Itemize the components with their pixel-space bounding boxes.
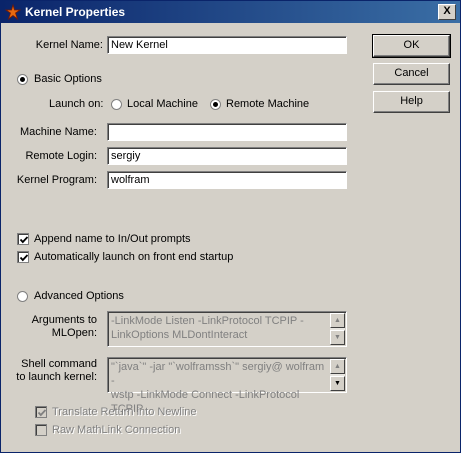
remote-machine-radio[interactable]	[210, 99, 221, 110]
shell-command-label-line1: Shell command	[21, 358, 97, 370]
auto-launch-checkbox[interactable]	[17, 251, 29, 263]
kernel-name-input[interactable]: New Kernel	[107, 36, 347, 54]
auto-launch-label: Automatically launch on front end startu…	[34, 251, 234, 263]
cancel-button[interactable]: Cancel	[373, 63, 450, 85]
basic-options-radio[interactable]	[17, 74, 28, 85]
close-button[interactable]: X	[438, 4, 456, 20]
radio-selected-dot	[213, 102, 218, 107]
checkmark-icon	[19, 254, 29, 262]
scroll-down-icon[interactable]: ▼	[330, 376, 345, 391]
local-machine-radio[interactable]	[111, 99, 122, 110]
kernel-name-label: Kernel Name:	[35, 39, 103, 51]
basic-options-label: Basic Options	[34, 73, 102, 85]
arguments-scrollbar[interactable]: ▲ ▼	[330, 313, 345, 345]
local-machine-label: Local Machine	[127, 98, 198, 110]
translate-return-label: Translate Return into Newline	[52, 406, 197, 418]
append-name-checkbox[interactable]	[17, 233, 29, 245]
help-button[interactable]: Help	[373, 91, 450, 113]
machine-name-label: Machine Name:	[19, 126, 97, 138]
shell-command-textarea[interactable]: "`java`" -jar "`wolframssh`" sergiy@ wol…	[107, 357, 347, 415]
kernel-program-input[interactable]: wolfram	[107, 171, 347, 189]
machine-name-input[interactable]	[107, 123, 347, 141]
arguments-textarea[interactable]: -LinkMode Listen -LinkProtocol TCPIP - L…	[107, 311, 347, 347]
scroll-up-icon[interactable]: ▲	[330, 313, 345, 328]
advanced-options-radio[interactable]	[17, 291, 28, 302]
radio-selected-dot	[20, 77, 25, 82]
launch-on-label: Launch on:	[49, 98, 104, 110]
arguments-label-line1: Arguments to	[31, 314, 97, 326]
arguments-label-line2: MLOpen:	[51, 327, 97, 339]
append-name-label: Append name to In/Out prompts	[34, 233, 191, 245]
raw-mathlink-checkbox[interactable]	[35, 424, 47, 436]
shell-command-label-line2: to launch kernel:	[16, 371, 97, 383]
remote-machine-label: Remote Machine	[226, 98, 310, 110]
kernel-properties-dialog: Kernel Properties X OK Cancel Help Kerne…	[0, 0, 461, 453]
translate-return-checkbox[interactable]	[35, 406, 47, 418]
arguments-text: -LinkMode Listen -LinkProtocol TCPIP - L…	[111, 315, 304, 341]
raw-mathlink-label: Raw MathLink Connection	[52, 424, 181, 436]
checkmark-icon	[37, 409, 47, 417]
kernel-program-label: Kernel Program:	[16, 174, 97, 186]
advanced-options-label: Advanced Options	[34, 290, 124, 302]
mathematica-logo-icon	[4, 3, 22, 21]
remote-login-label: Remote Login:	[25, 150, 97, 162]
remote-login-input[interactable]: sergiy	[107, 147, 347, 165]
window-title: Kernel Properties	[25, 5, 126, 19]
scroll-up-icon[interactable]: ▲	[330, 359, 345, 374]
shell-command-scrollbar[interactable]: ▲ ▼	[330, 359, 345, 391]
checkmark-icon	[19, 236, 29, 244]
ok-button[interactable]: OK	[372, 34, 451, 58]
title-bar: Kernel Properties X	[1, 1, 460, 23]
scroll-down-icon[interactable]: ▼	[330, 330, 345, 345]
